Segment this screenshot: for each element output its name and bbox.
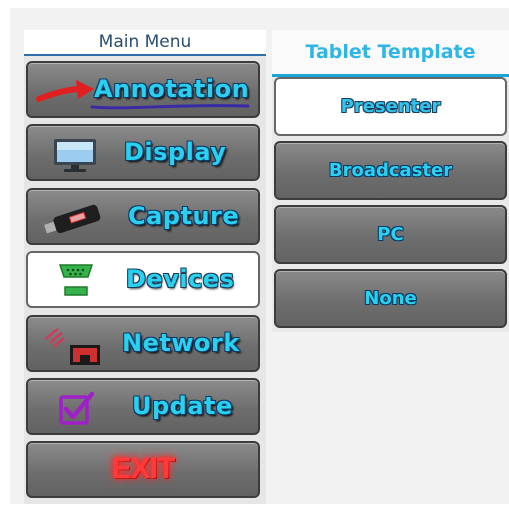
- monitor-icon: [54, 139, 96, 172]
- option-presenter[interactable]: Presenter: [274, 77, 507, 136]
- option-pc[interactable]: PC: [274, 205, 507, 264]
- option-label-pc: PC: [377, 224, 404, 245]
- menu-item-update[interactable]: Update: [26, 378, 260, 435]
- red-arrow-icon: [36, 80, 94, 102]
- menu-label-network: Network: [122, 329, 240, 357]
- menu-item-annotation[interactable]: Annotation: [26, 61, 260, 118]
- option-broadcaster[interactable]: Broadcaster: [274, 141, 507, 200]
- menu-label-annotation: Annotation: [94, 75, 250, 103]
- menu-item-capture[interactable]: Capture: [26, 188, 260, 245]
- menu-label-devices: Devices: [126, 265, 235, 293]
- menu-item-exit[interactable]: EXIT: [26, 441, 260, 498]
- menu-item-display[interactable]: Display: [26, 124, 260, 181]
- main-menu-title: Main Menu: [24, 30, 266, 56]
- underline-stroke-icon: [90, 104, 250, 110]
- tablet-template-title: Tablet Template: [272, 30, 509, 77]
- menu-item-network[interactable]: Network: [26, 315, 260, 372]
- serial-port-icon: [58, 264, 94, 296]
- network-port-icon: [45, 327, 100, 365]
- option-none[interactable]: None: [274, 269, 507, 328]
- exit-label: EXIT: [111, 452, 176, 485]
- menu-label-update: Update: [132, 392, 233, 420]
- menu-item-devices[interactable]: Devices: [26, 251, 260, 308]
- option-label-presenter: Presenter: [340, 96, 441, 117]
- checkbox-icon: [59, 391, 95, 425]
- menu-label-display: Display: [124, 138, 227, 166]
- option-label-none: None: [364, 288, 417, 309]
- option-label-broadcaster: Broadcaster: [328, 160, 453, 181]
- menu-label-capture: Capture: [128, 202, 240, 230]
- usb-stick-icon: [44, 204, 101, 234]
